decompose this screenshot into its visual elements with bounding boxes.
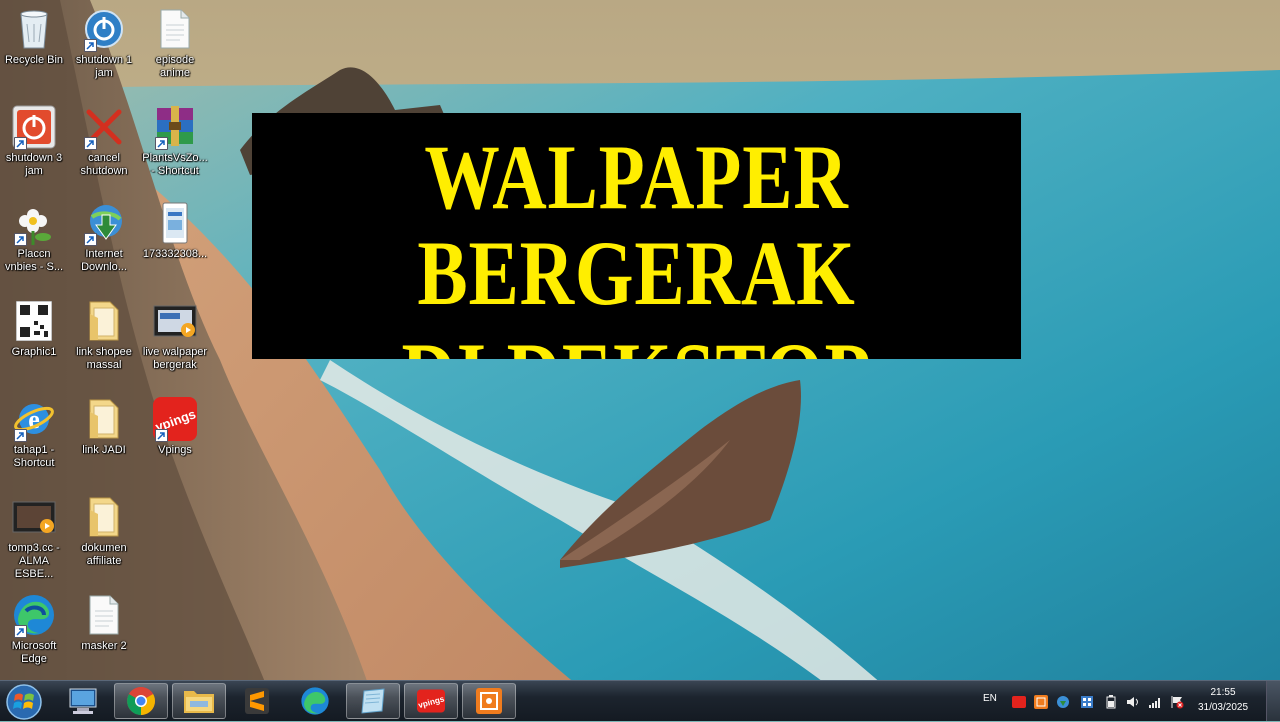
phone-image-icon xyxy=(151,200,199,246)
taskbar-chrome-button[interactable] xyxy=(114,683,168,719)
desktop-icon-internet-download-manager[interactable]: Internet Downlo... xyxy=(69,200,139,290)
taskbar-capture-button[interactable] xyxy=(462,683,516,719)
taskbar-vpings-button[interactable]: vpings xyxy=(404,683,458,719)
red-power-icon xyxy=(10,104,58,150)
desktop-icon-vpings[interactable]: vpings Vpings xyxy=(140,396,210,486)
document-icon xyxy=(151,6,199,52)
flower-icon xyxy=(10,200,58,246)
internet-explorer-icon: e xyxy=(10,396,58,442)
folder-icon xyxy=(80,298,128,344)
desktop-icon-recycle-bin[interactable]: Recycle Bin xyxy=(0,6,69,96)
banner-line-1: WALPAPER BERGERAK xyxy=(417,126,856,324)
start-button[interactable] xyxy=(2,682,46,722)
clock-time: 21:55 xyxy=(1210,687,1236,698)
sublime-text-icon xyxy=(245,688,269,714)
battery-icon[interactable] xyxy=(1104,695,1118,709)
language-indicator[interactable]: EN xyxy=(983,693,997,704)
network-share-tray-icon[interactable] xyxy=(1080,695,1094,709)
desktop-icon-placcn-vnbies[interactable]: Placcn vnbies - S... xyxy=(0,200,69,290)
title-banner: WALPAPER BERGERAK DI DEKSTOP xyxy=(252,113,1021,359)
taskbar: vpings EN 21:55 31/03/2025 xyxy=(0,680,1280,721)
desktop-icon-link-jadi[interactable]: link JADI xyxy=(69,396,139,486)
desktop-icon-dokumen-affiliate[interactable]: dokumen affiliate xyxy=(69,494,139,584)
windows-orb-icon xyxy=(6,684,42,720)
document-icon xyxy=(80,592,128,638)
shortcut-arrow-icon xyxy=(84,137,97,150)
capture-tray-icon[interactable] xyxy=(1034,695,1048,709)
shortcut-arrow-icon xyxy=(14,429,27,442)
taskbar-computer-button[interactable] xyxy=(56,683,110,719)
desktop-icon-masker-2[interactable]: masker 2 xyxy=(69,592,139,682)
shortcut-arrow-icon xyxy=(14,137,27,150)
desktop-icon-shutdown-3-jam[interactable]: shutdown 3 jam xyxy=(0,104,69,194)
action-center-flag-icon[interactable] xyxy=(1170,695,1184,709)
desktop-icon-image-173332308[interactable]: 173332308... xyxy=(140,200,210,290)
notebook-icon xyxy=(361,688,385,714)
taskbar-sublime-button[interactable] xyxy=(230,683,284,719)
desktop-icon-live-walpaper-bergerak[interactable]: live walpaper bergerak xyxy=(140,298,210,388)
shortcut-arrow-icon xyxy=(14,233,27,246)
taskbar-explorer-button[interactable] xyxy=(172,683,226,719)
signal-strength-icon[interactable] xyxy=(1148,695,1162,709)
taskbar-clock[interactable]: 21:55 31/03/2025 xyxy=(1196,685,1250,715)
video-file-icon xyxy=(151,298,199,344)
vpings-icon: vpings xyxy=(417,689,446,713)
banner-line-2: DI DEKSTOP xyxy=(272,327,1001,359)
computer-icon xyxy=(69,688,97,714)
shortcut-arrow-icon xyxy=(14,625,27,638)
power-icon xyxy=(80,6,128,52)
desktop-icon-tahap1-shortcut[interactable]: e tahap1 - Shortcut xyxy=(0,396,69,486)
show-desktop-button[interactable] xyxy=(1266,681,1280,721)
shortcut-arrow-icon xyxy=(84,39,97,52)
screen-capture-icon xyxy=(476,688,502,714)
video-file-icon xyxy=(10,494,58,540)
desktop-icon-episode-anime[interactable]: episode anime xyxy=(140,6,210,96)
internet-download-manager-icon xyxy=(80,200,128,246)
volume-icon[interactable] xyxy=(1126,695,1140,709)
shortcut-arrow-icon xyxy=(155,137,168,150)
desktop-icon-microsoft-edge[interactable]: Microsoft Edge xyxy=(0,592,69,682)
recycle-bin-icon xyxy=(10,6,58,52)
shortcut-arrow-icon xyxy=(84,233,97,246)
desktop-icon-plantsvszombies-shortcut[interactable]: PlantsVsZo... - Shortcut xyxy=(140,104,210,194)
qr-code-icon xyxy=(10,298,58,344)
file-explorer-icon xyxy=(184,691,214,713)
edge-icon xyxy=(10,592,58,638)
desktop-icon-link-shopee-massal[interactable]: link shopee massal xyxy=(69,298,139,388)
chrome-icon xyxy=(127,687,155,715)
winrar-icon xyxy=(151,104,199,150)
vpings-tray-icon[interactable] xyxy=(1012,695,1026,709)
download-manager-tray-icon[interactable] xyxy=(1056,695,1070,709)
desktop-icon-cancel-shutdown[interactable]: cancel shutdown xyxy=(69,104,139,194)
desktop-icon-tomp3[interactable]: tomp3.cc - ALMA ESBE... xyxy=(0,494,69,584)
folder-icon xyxy=(80,396,128,442)
vpings-icon: vpings xyxy=(151,396,199,442)
desktop-icon-graphic1[interactable]: Graphic1 xyxy=(0,298,69,388)
red-x-icon xyxy=(80,104,128,150)
clock-date: 31/03/2025 xyxy=(1197,702,1249,713)
taskbar-notebook-button[interactable] xyxy=(346,683,400,719)
folder-icon xyxy=(80,494,128,540)
edge-icon xyxy=(301,687,329,715)
shortcut-arrow-icon xyxy=(155,429,168,442)
desktop-icon-shutdown-1-jam[interactable]: shutdown 1 jam xyxy=(69,6,139,96)
taskbar-edge-button[interactable] xyxy=(288,683,342,719)
